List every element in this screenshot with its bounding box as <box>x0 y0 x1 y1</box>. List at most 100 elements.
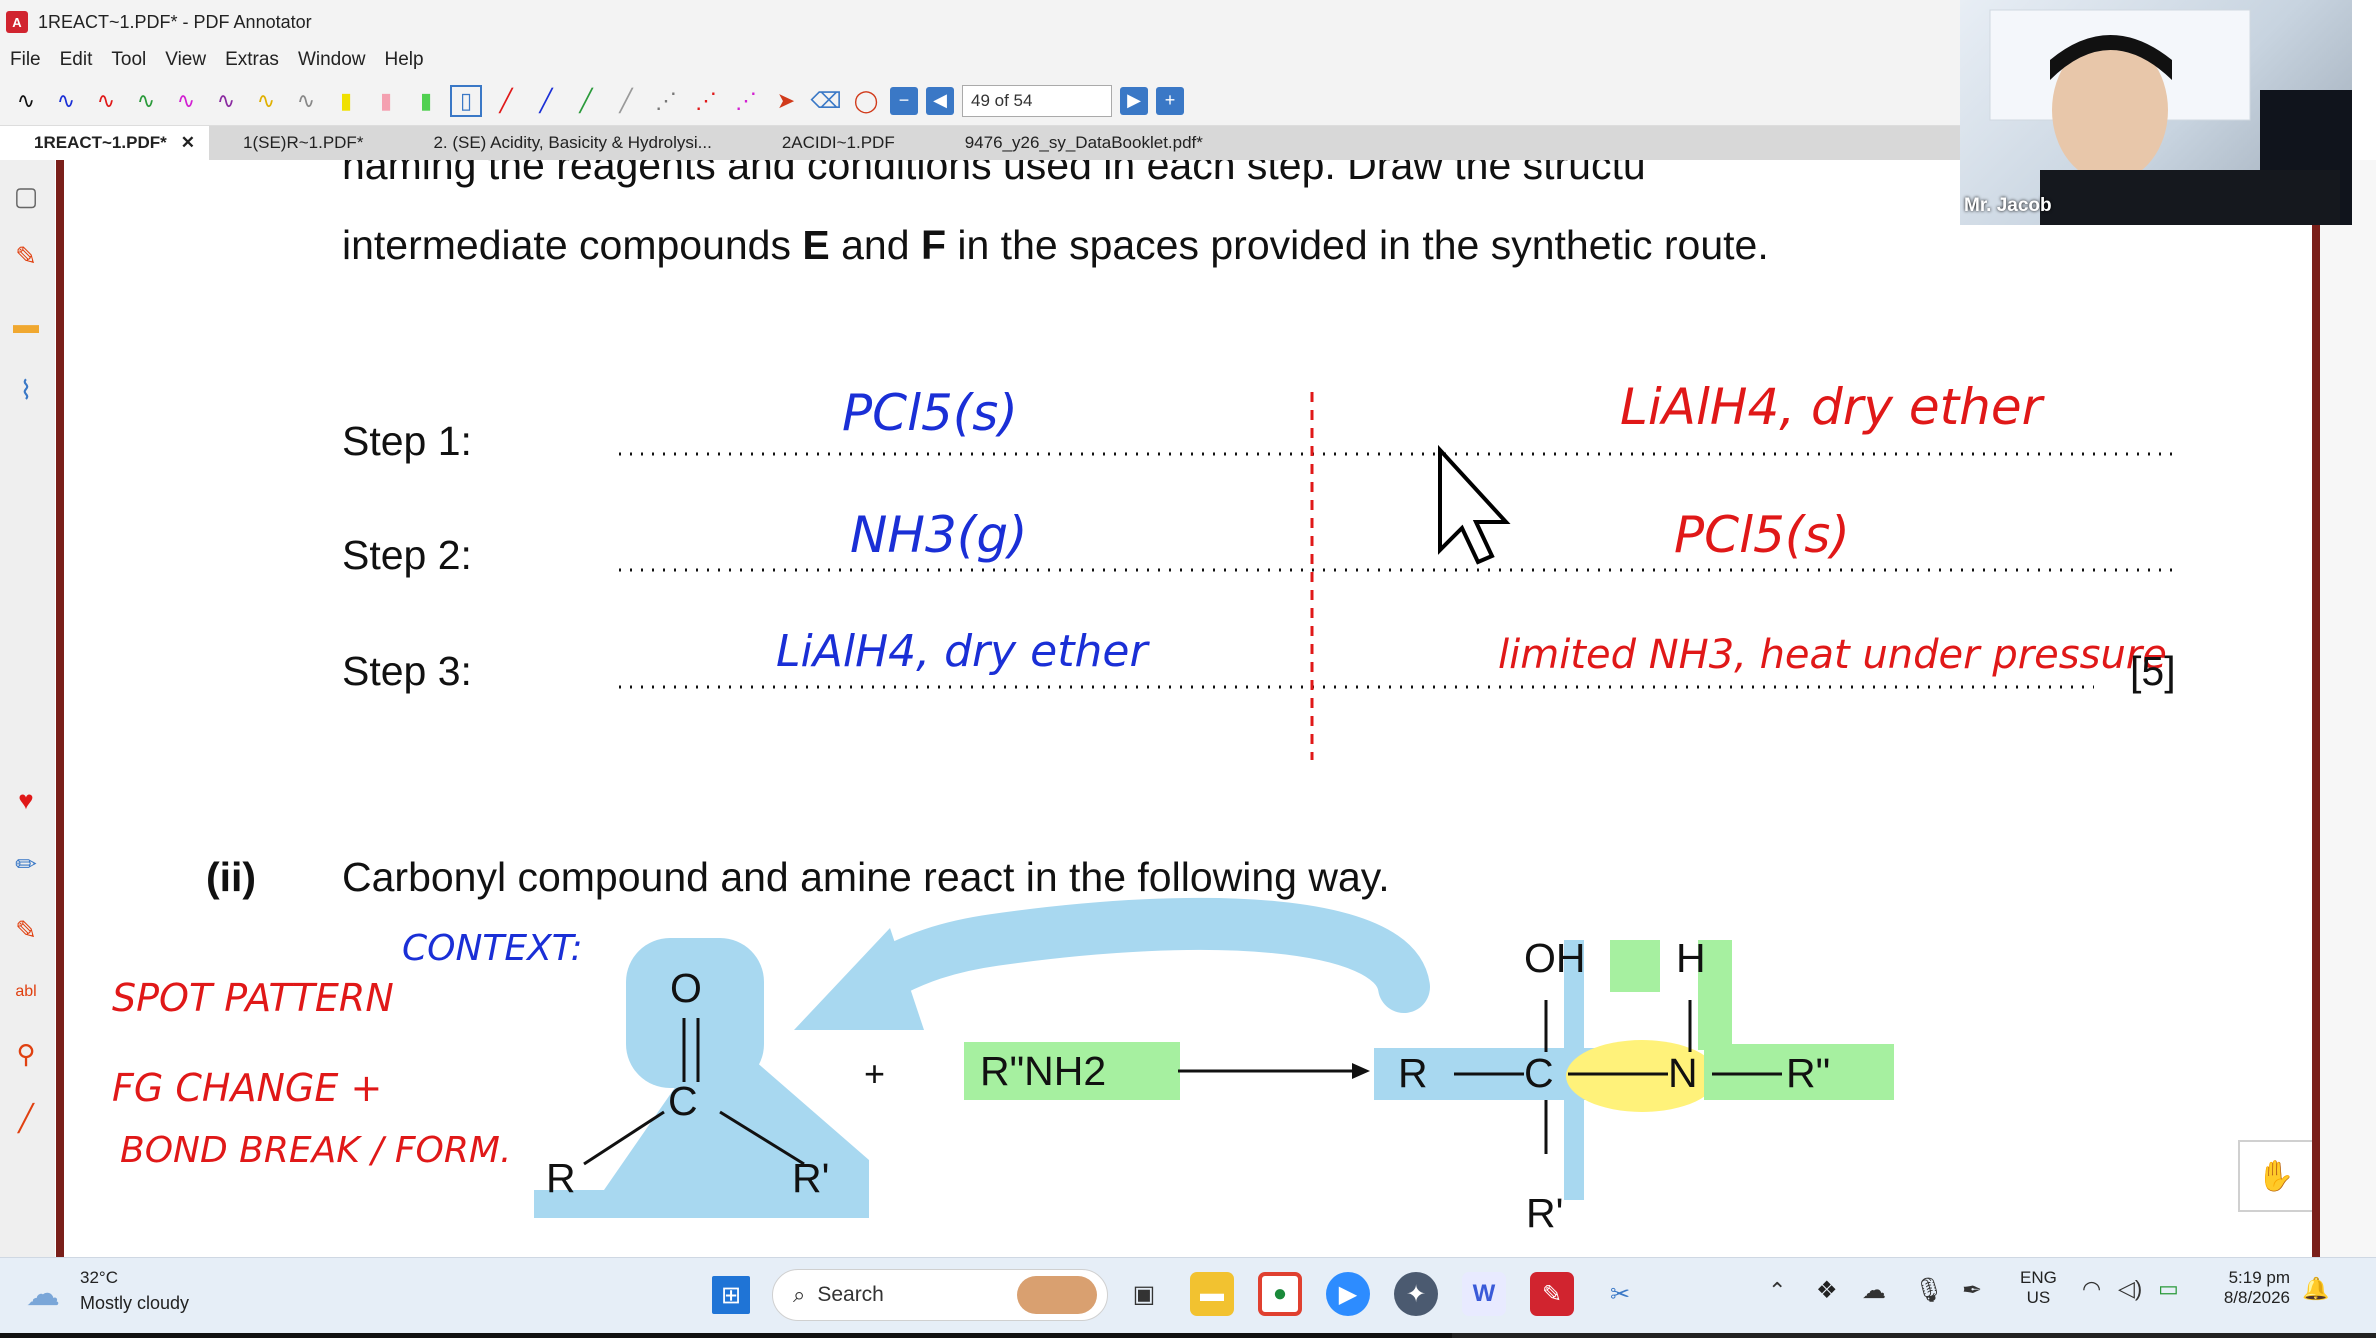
pointer-icon[interactable]: ➤ <box>770 85 802 117</box>
tab-1react[interactable]: 1REACT~1.PDF* ✕ <box>0 126 209 160</box>
dotted-line-red-icon[interactable]: ⋰ <box>690 85 722 117</box>
tab-acidity-basicity[interactable]: 2. (SE) Acidity, Basicity & Hydrolysi... <box>399 126 747 160</box>
line-green-icon[interactable]: ╱ <box>570 85 602 117</box>
zoom-out-icon[interactable]: − <box>890 86 918 115</box>
text-box-icon[interactable]: abl <box>8 974 44 1010</box>
search-icon: ⌕ <box>793 1282 806 1307</box>
right-panel <box>2320 160 2376 1257</box>
weather-description[interactable]: Mostly cloudy <box>80 1293 189 1314</box>
menu-view[interactable]: View <box>165 49 206 71</box>
folder-icon[interactable]: ▬ <box>8 306 44 342</box>
clock-date: 8/8/2026 <box>2223 1288 2290 1307</box>
line-grey-icon[interactable]: ╱ <box>610 85 642 117</box>
pen-blue-icon[interactable]: ∿ <box>50 85 82 117</box>
pan-hand-icon[interactable]: ✋ <box>2238 1140 2312 1212</box>
highlighter-green-icon[interactable]: ▮ <box>410 85 442 117</box>
dropbox-icon[interactable]: ❖ <box>1816 1276 1838 1305</box>
pdf-annotator-taskbar-icon[interactable]: ✎ <box>1530 1272 1574 1316</box>
step-1-right-handwriting: LiAlH4, dry ether <box>1620 378 2043 436</box>
language-indicator[interactable]: ENG US <box>2020 1268 2057 1308</box>
taskbar-search-box[interactable]: ⌕ Search <box>772 1269 1108 1321</box>
dotted-line-magenta-icon[interactable]: ⋰ <box>730 85 762 117</box>
step-2-right-handwriting: PCl5(s) <box>1674 506 1850 564</box>
tab-1se-r[interactable]: 1(SE)R~1.PDF* <box>209 126 399 160</box>
w-app-icon[interactable]: W <box>1462 1272 1506 1316</box>
step-3-right-handwriting: limited NH3, heat under pressure <box>1498 632 2167 678</box>
pencil-blue-icon[interactable]: ✏ <box>8 846 44 882</box>
battery-icon[interactable]: ▭ <box>2158 1276 2179 1302</box>
pen-grey-icon[interactable]: ∿ <box>290 85 322 117</box>
previous-page-icon[interactable]: ◀ <box>926 86 954 115</box>
tab-label: 9476_y26_sy_DataBooklet.pdf* <box>964 133 1203 152</box>
lasso-icon[interactable]: ◯ <box>850 85 882 117</box>
notification-bell-icon[interactable]: 🔔 <box>2302 1276 2329 1302</box>
attachment-icon[interactable]: ⌇ <box>8 372 44 408</box>
page-thumbnail-icon[interactable]: ▢ <box>8 178 44 214</box>
webcam-overlay: Mr. Jacob <box>1960 0 2352 225</box>
file-explorer-icon[interactable]: ▬ <box>1190 1272 1234 1316</box>
reactant-r: R <box>546 1155 576 1201</box>
window-title: 1REACT~1.PDF* - PDF Annotator <box>38 11 312 32</box>
pen-tool-icon[interactable]: ✎ <box>8 238 44 274</box>
next-page-icon[interactable]: ▶ <box>1120 86 1148 115</box>
pen-purple-icon[interactable]: ∿ <box>210 85 242 117</box>
pen-icon[interactable]: ✒ <box>1962 1276 1982 1305</box>
windows-start-icon[interactable]: ⊞ <box>712 1276 750 1314</box>
close-tab-icon[interactable]: ✕ <box>181 133 195 152</box>
title-bar: A 1REACT~1.PDF* - PDF Annotator <box>0 0 1960 44</box>
chrome-icon[interactable]: ● <box>1258 1272 1302 1316</box>
add-page-icon[interactable]: + <box>1156 86 1184 115</box>
task-view-icon[interactable]: ▣ <box>1122 1272 1166 1316</box>
menu-file[interactable]: File <box>10 49 41 71</box>
part-ii-label: (ii) <box>206 854 257 900</box>
pen-black-icon[interactable]: ∿ <box>10 85 42 117</box>
microphone-icon[interactable]: 🎙 <box>1914 1276 1944 1305</box>
step-2-left-handwriting: NH3(g) <box>850 506 1028 564</box>
presenter-name: Mr. Jacob <box>1964 195 2052 216</box>
volume-icon[interactable]: ◁) <box>2118 1276 2142 1302</box>
tab-2acidi[interactable]: 2ACIDI~1.PDF <box>748 126 931 160</box>
pen-magenta-icon[interactable]: ∿ <box>170 85 202 117</box>
taskbar: ☁ 32°C Mostly cloudy ⊞ ⌕ Search ▣ ▬ ● ▶ … <box>0 1257 2376 1333</box>
spot-pattern-annotation: SPOT PATTERN <box>112 976 394 1020</box>
favorite-heart-icon[interactable]: ♥ <box>8 782 44 818</box>
highlighter-pink-icon[interactable]: ▮ <box>370 85 402 117</box>
page-frame-left <box>56 160 64 1257</box>
weather-temperature[interactable]: 32°C <box>80 1268 118 1288</box>
menu-tool[interactable]: Tool <box>111 49 146 71</box>
product-r-double-prime: R" <box>1786 1050 1831 1096</box>
page-graphics <box>534 392 2174 1218</box>
carbonyl-carbon: C <box>668 1078 698 1124</box>
clock[interactable]: 5:19 pm 8/8/2026 <box>2212 1268 2290 1308</box>
cloud-sync-icon[interactable]: ☁ <box>1862 1276 1886 1305</box>
eraser-icon[interactable]: ⌫ <box>810 85 842 117</box>
product-c: C <box>1524 1050 1554 1096</box>
zoom-icon[interactable]: ▶ <box>1326 1272 1370 1316</box>
menu-edit[interactable]: Edit <box>60 49 93 71</box>
tab-data-booklet[interactable]: 9476_y26_sy_DataBooklet.pdf* <box>931 126 1239 160</box>
tab-label: 2ACIDI~1.PDF <box>781 133 895 152</box>
pen-green-icon[interactable]: ∿ <box>130 85 162 117</box>
weather-cloud-icon[interactable]: ☁ <box>26 1274 60 1314</box>
line-tool-icon[interactable]: ╱ <box>8 1100 44 1136</box>
pen-red-icon[interactable]: ∿ <box>90 85 122 117</box>
line-red-icon[interactable]: ╱ <box>490 85 522 117</box>
safari-compass-icon[interactable]: ✦ <box>1394 1272 1438 1316</box>
context-annotation: CONTEXT: <box>402 928 583 969</box>
line-blue-icon[interactable]: ╱ <box>530 85 562 117</box>
stamp-icon[interactable]: ⚲ <box>8 1036 44 1072</box>
wifi-icon[interactable]: ◠ <box>2082 1276 2101 1302</box>
pen-yellow-icon[interactable]: ∿ <box>250 85 282 117</box>
menu-help[interactable]: Help <box>385 49 424 71</box>
reaction-arrowhead <box>1352 1063 1370 1079</box>
chevron-up-icon[interactable]: ⌃ <box>1768 1278 1786 1304</box>
pdf-page[interactable]: naming the reagents and conditions used … <box>64 160 2312 1257</box>
highlighter-yellow-icon[interactable]: ▮ <box>330 85 362 117</box>
menu-window[interactable]: Window <box>298 49 366 71</box>
page-number-input[interactable]: 49 of 54 <box>962 84 1112 117</box>
menu-extras[interactable]: Extras <box>225 49 279 71</box>
dotted-line-grey-icon[interactable]: ⋰ <box>650 85 682 117</box>
snipping-tool-icon[interactable]: ✂ <box>1598 1272 1642 1316</box>
highlighter-blue-icon[interactable]: ▯ <box>450 84 482 117</box>
marker-icon[interactable]: ✎ <box>8 912 44 948</box>
